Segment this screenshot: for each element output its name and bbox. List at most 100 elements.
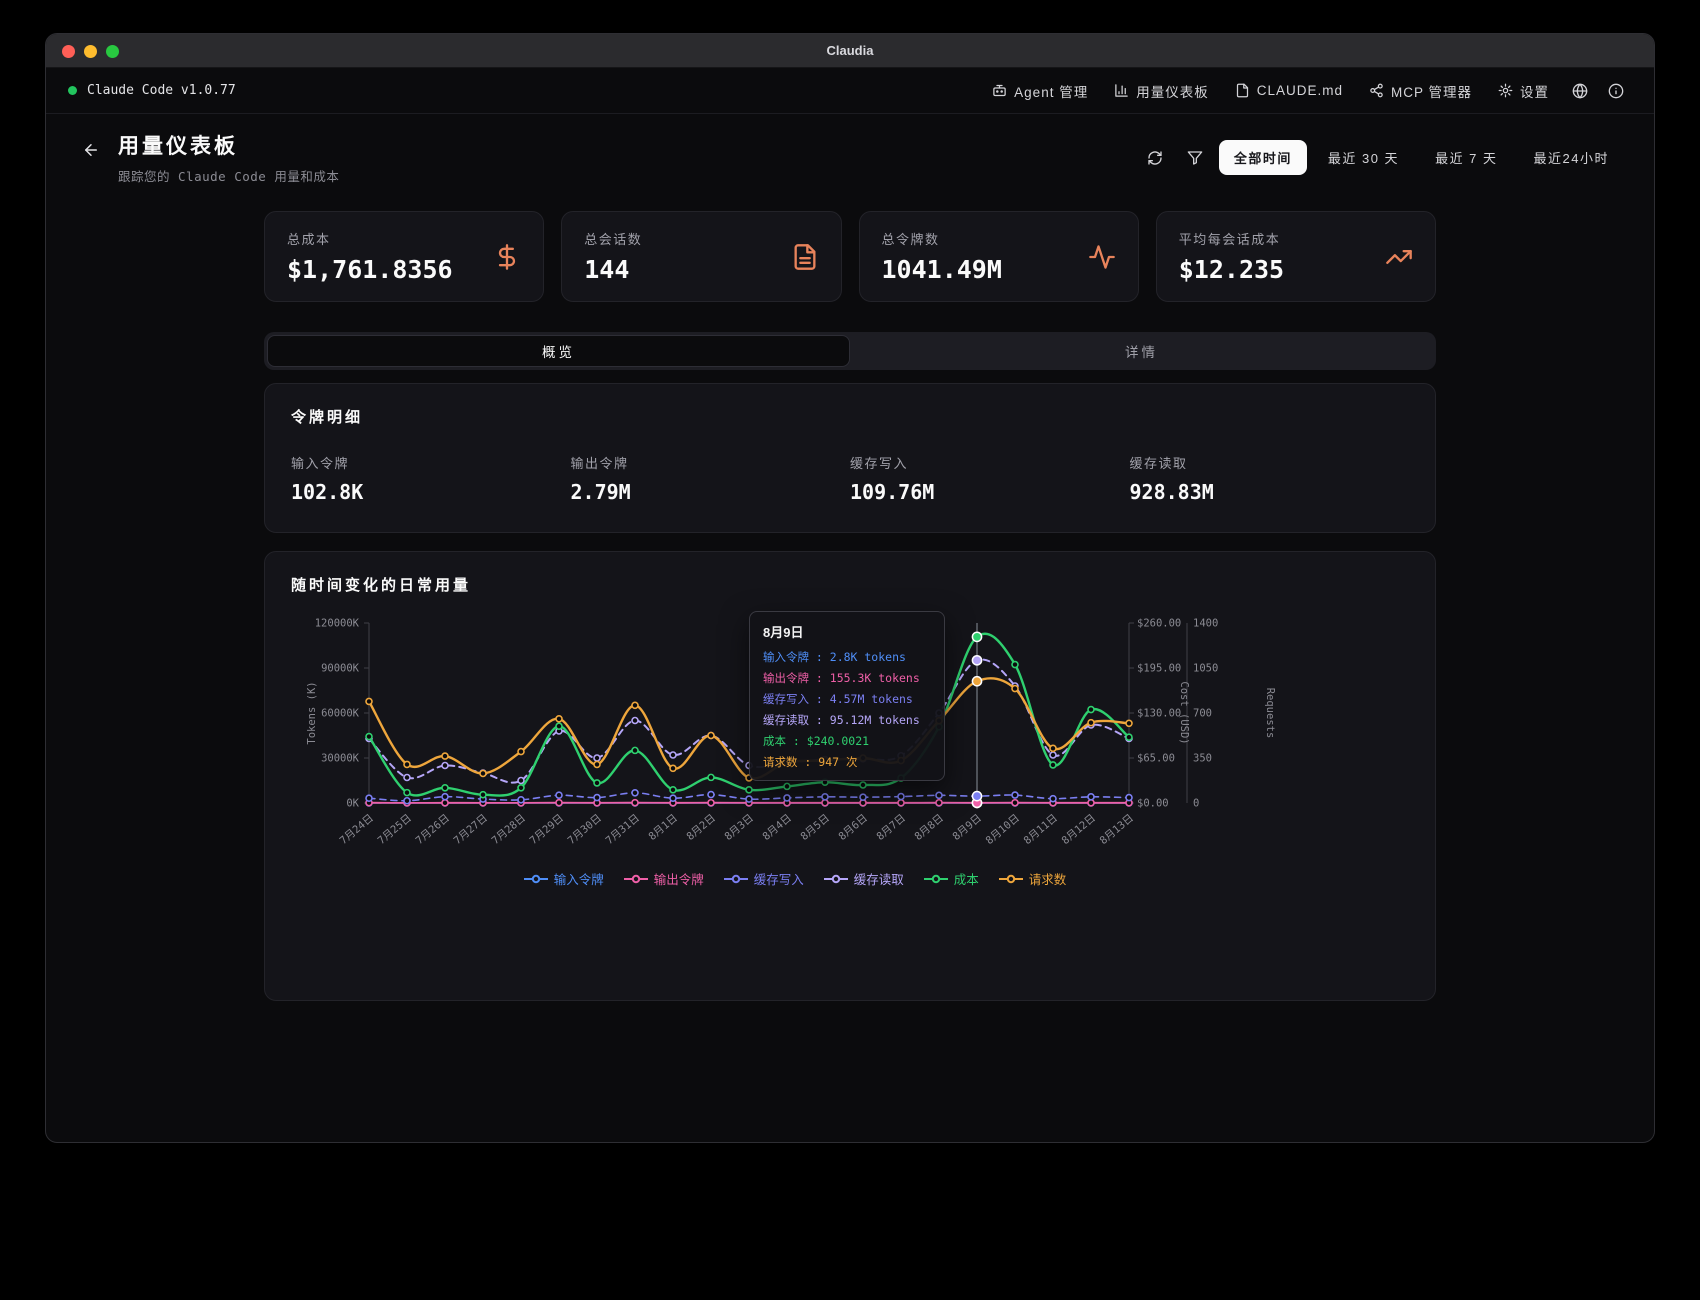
breakdown-item-cache-write: 缓存写入 109.76M (850, 453, 1130, 504)
tab-overview[interactable]: 概览 (267, 335, 850, 367)
svg-text:$0.00: $0.00 (1137, 798, 1169, 810)
stat-label: 总成本 (287, 229, 453, 248)
legend-marker-icon (724, 874, 748, 884)
tooltip-title: 8月9日 (763, 622, 931, 641)
breakdown-value: 102.8K (291, 480, 571, 504)
svg-text:8月11日: 8月11日 (1022, 812, 1060, 847)
refresh-button[interactable] (1139, 142, 1171, 174)
svg-text:700: 700 (1193, 708, 1212, 720)
stat-card-total-tokens: 总令牌数 1041.49M (859, 211, 1139, 302)
filter-button[interactable] (1179, 142, 1211, 174)
legend-label: 输入令牌 (554, 869, 604, 888)
time-range-all[interactable]: 全部时间 (1219, 140, 1307, 175)
breakdown-label: 缓存读取 (1130, 453, 1410, 472)
breakdown-item-output: 输出令牌 2.79M (571, 453, 851, 504)
gear-icon (1498, 83, 1513, 98)
token-breakdown-title: 令牌明细 (291, 406, 1409, 427)
svg-text:7月31日: 7月31日 (604, 812, 642, 847)
page-title: 用量仪表板 (118, 130, 339, 160)
svg-text:0K: 0K (346, 798, 359, 810)
svg-text:8月6日: 8月6日 (836, 812, 869, 843)
arrow-left-icon (82, 141, 100, 159)
legend-label: 成本 (954, 869, 979, 888)
svg-text:0: 0 (1193, 798, 1199, 810)
activity-icon (1088, 243, 1116, 271)
daily-usage-panel: 随时间变化的日常用量 0K $0.00 0 30000K $65.00 350 60000K… (264, 551, 1436, 1001)
nav-item-label: Agent 管理 (1014, 81, 1088, 101)
tab-details[interactable]: 详情 (850, 335, 1433, 367)
svg-text:8月13日: 8月13日 (1098, 812, 1136, 847)
breakdown-label: 输入令牌 (291, 453, 571, 472)
stat-label: 总会话数 (584, 229, 642, 248)
minimize-window-button[interactable] (84, 45, 97, 58)
time-range-7d[interactable]: 最近 7 天 (1420, 140, 1512, 175)
svg-text:Tokens (K): Tokens (K) (306, 681, 318, 744)
zoom-window-button[interactable] (106, 45, 119, 58)
svg-text:60000K: 60000K (321, 708, 360, 720)
trending-up-icon (1385, 243, 1413, 271)
svg-text:7月25日: 7月25日 (376, 812, 414, 847)
chart-title: 随时间变化的日常用量 (291, 574, 1409, 595)
token-breakdown-grid: 输入令牌 102.8K 输出令牌 2.79M 缓存写入 109.76M 缓存读取… (291, 453, 1409, 510)
svg-text:90000K: 90000K (321, 663, 360, 675)
globe-icon (1572, 83, 1588, 99)
svg-text:1050: 1050 (1193, 663, 1218, 675)
nav-item-agents[interactable]: Agent 管理 (981, 74, 1099, 108)
refresh-icon (1147, 150, 1163, 166)
svg-text:8月5日: 8月5日 (798, 812, 831, 843)
nav-item-claude-md[interactable]: CLAUDE.md (1224, 76, 1354, 105)
file-text-icon (1235, 83, 1250, 98)
stat-label: 平均每会话成本 (1179, 229, 1284, 248)
breakdown-value: 928.83M (1130, 480, 1410, 504)
legend-item: 成本 (924, 869, 979, 888)
svg-text:8月12日: 8月12日 (1060, 812, 1098, 847)
svg-text:Requests: Requests (1264, 688, 1276, 739)
svg-text:$130.00: $130.00 (1137, 708, 1181, 720)
titlebar: Claudia (46, 34, 1654, 68)
stat-value: $12.235 (1179, 255, 1284, 284)
svg-text:30000K: 30000K (321, 753, 360, 765)
filter-icon (1187, 150, 1203, 166)
desktop: Claudia Claude Code v1.0.77 Agent 管理 (0, 0, 1700, 1300)
nav-item-usage-dashboard[interactable]: 用量仪表板 (1103, 74, 1220, 108)
main-content: 总成本 $1,761.8356 总会话数 144 (264, 211, 1436, 1001)
legend-item: 输入令牌 (524, 869, 604, 888)
nav-item-label: 设置 (1520, 81, 1549, 101)
app-window: Claudia Claude Code v1.0.77 Agent 管理 (45, 33, 1655, 1143)
svg-text:7月26日: 7月26日 (414, 812, 452, 847)
language-globe-button[interactable] (1564, 75, 1596, 107)
svg-text:7月29日: 7月29日 (528, 812, 566, 847)
svg-text:7月24日: 7月24日 (338, 812, 376, 847)
back-button[interactable] (76, 133, 106, 167)
network-icon (1369, 83, 1384, 98)
nav-item-label: CLAUDE.md (1257, 83, 1343, 98)
close-window-button[interactable] (62, 45, 75, 58)
tooltip-row-input: 输入令牌 : 2.8K tokens (763, 649, 931, 665)
nav-item-settings[interactable]: 设置 (1487, 74, 1560, 108)
tooltip-row-cache-read: 缓存读取 : 95.12M tokens (763, 712, 931, 728)
svg-text:$65.00: $65.00 (1137, 753, 1175, 765)
legend-label: 缓存读取 (854, 869, 904, 888)
time-range-24h[interactable]: 最近24小时 (1519, 140, 1624, 175)
bar-chart-icon (1114, 83, 1129, 98)
nav-item-mcp-manager[interactable]: MCP 管理器 (1358, 74, 1483, 108)
svg-text:350: 350 (1193, 753, 1212, 765)
header-controls: 全部时间 最近 30 天 最近 7 天 最近24小时 (1139, 140, 1624, 175)
svg-text:1400: 1400 (1193, 618, 1218, 630)
svg-text:8月10日: 8月10日 (984, 812, 1022, 847)
app-navbar: Claude Code v1.0.77 Agent 管理 用量仪表板 (46, 68, 1654, 114)
tooltip-row-requests: 请求数 : 947 次 (763, 754, 931, 770)
time-range-30d[interactable]: 最近 30 天 (1313, 140, 1414, 175)
token-breakdown-panel: 令牌明细 输入令牌 102.8K 输出令牌 2.79M 缓存写入 109.76M (264, 383, 1436, 533)
stat-label: 总令牌数 (882, 229, 1002, 248)
legend-item: 缓存写入 (724, 869, 804, 888)
legend-item: 请求数 (999, 869, 1067, 888)
legend-label: 请求数 (1029, 869, 1067, 888)
stat-value: 144 (584, 255, 642, 284)
page-header: 用量仪表板 跟踪您的 Claude Code 用量和成本 全部时间 最近 30 … (46, 114, 1654, 203)
window-title: Claudia (827, 43, 874, 58)
breakdown-label: 缓存写入 (850, 453, 1130, 472)
info-button[interactable] (1600, 75, 1632, 107)
legend-marker-icon (924, 874, 948, 884)
svg-text:120000K: 120000K (315, 618, 360, 630)
